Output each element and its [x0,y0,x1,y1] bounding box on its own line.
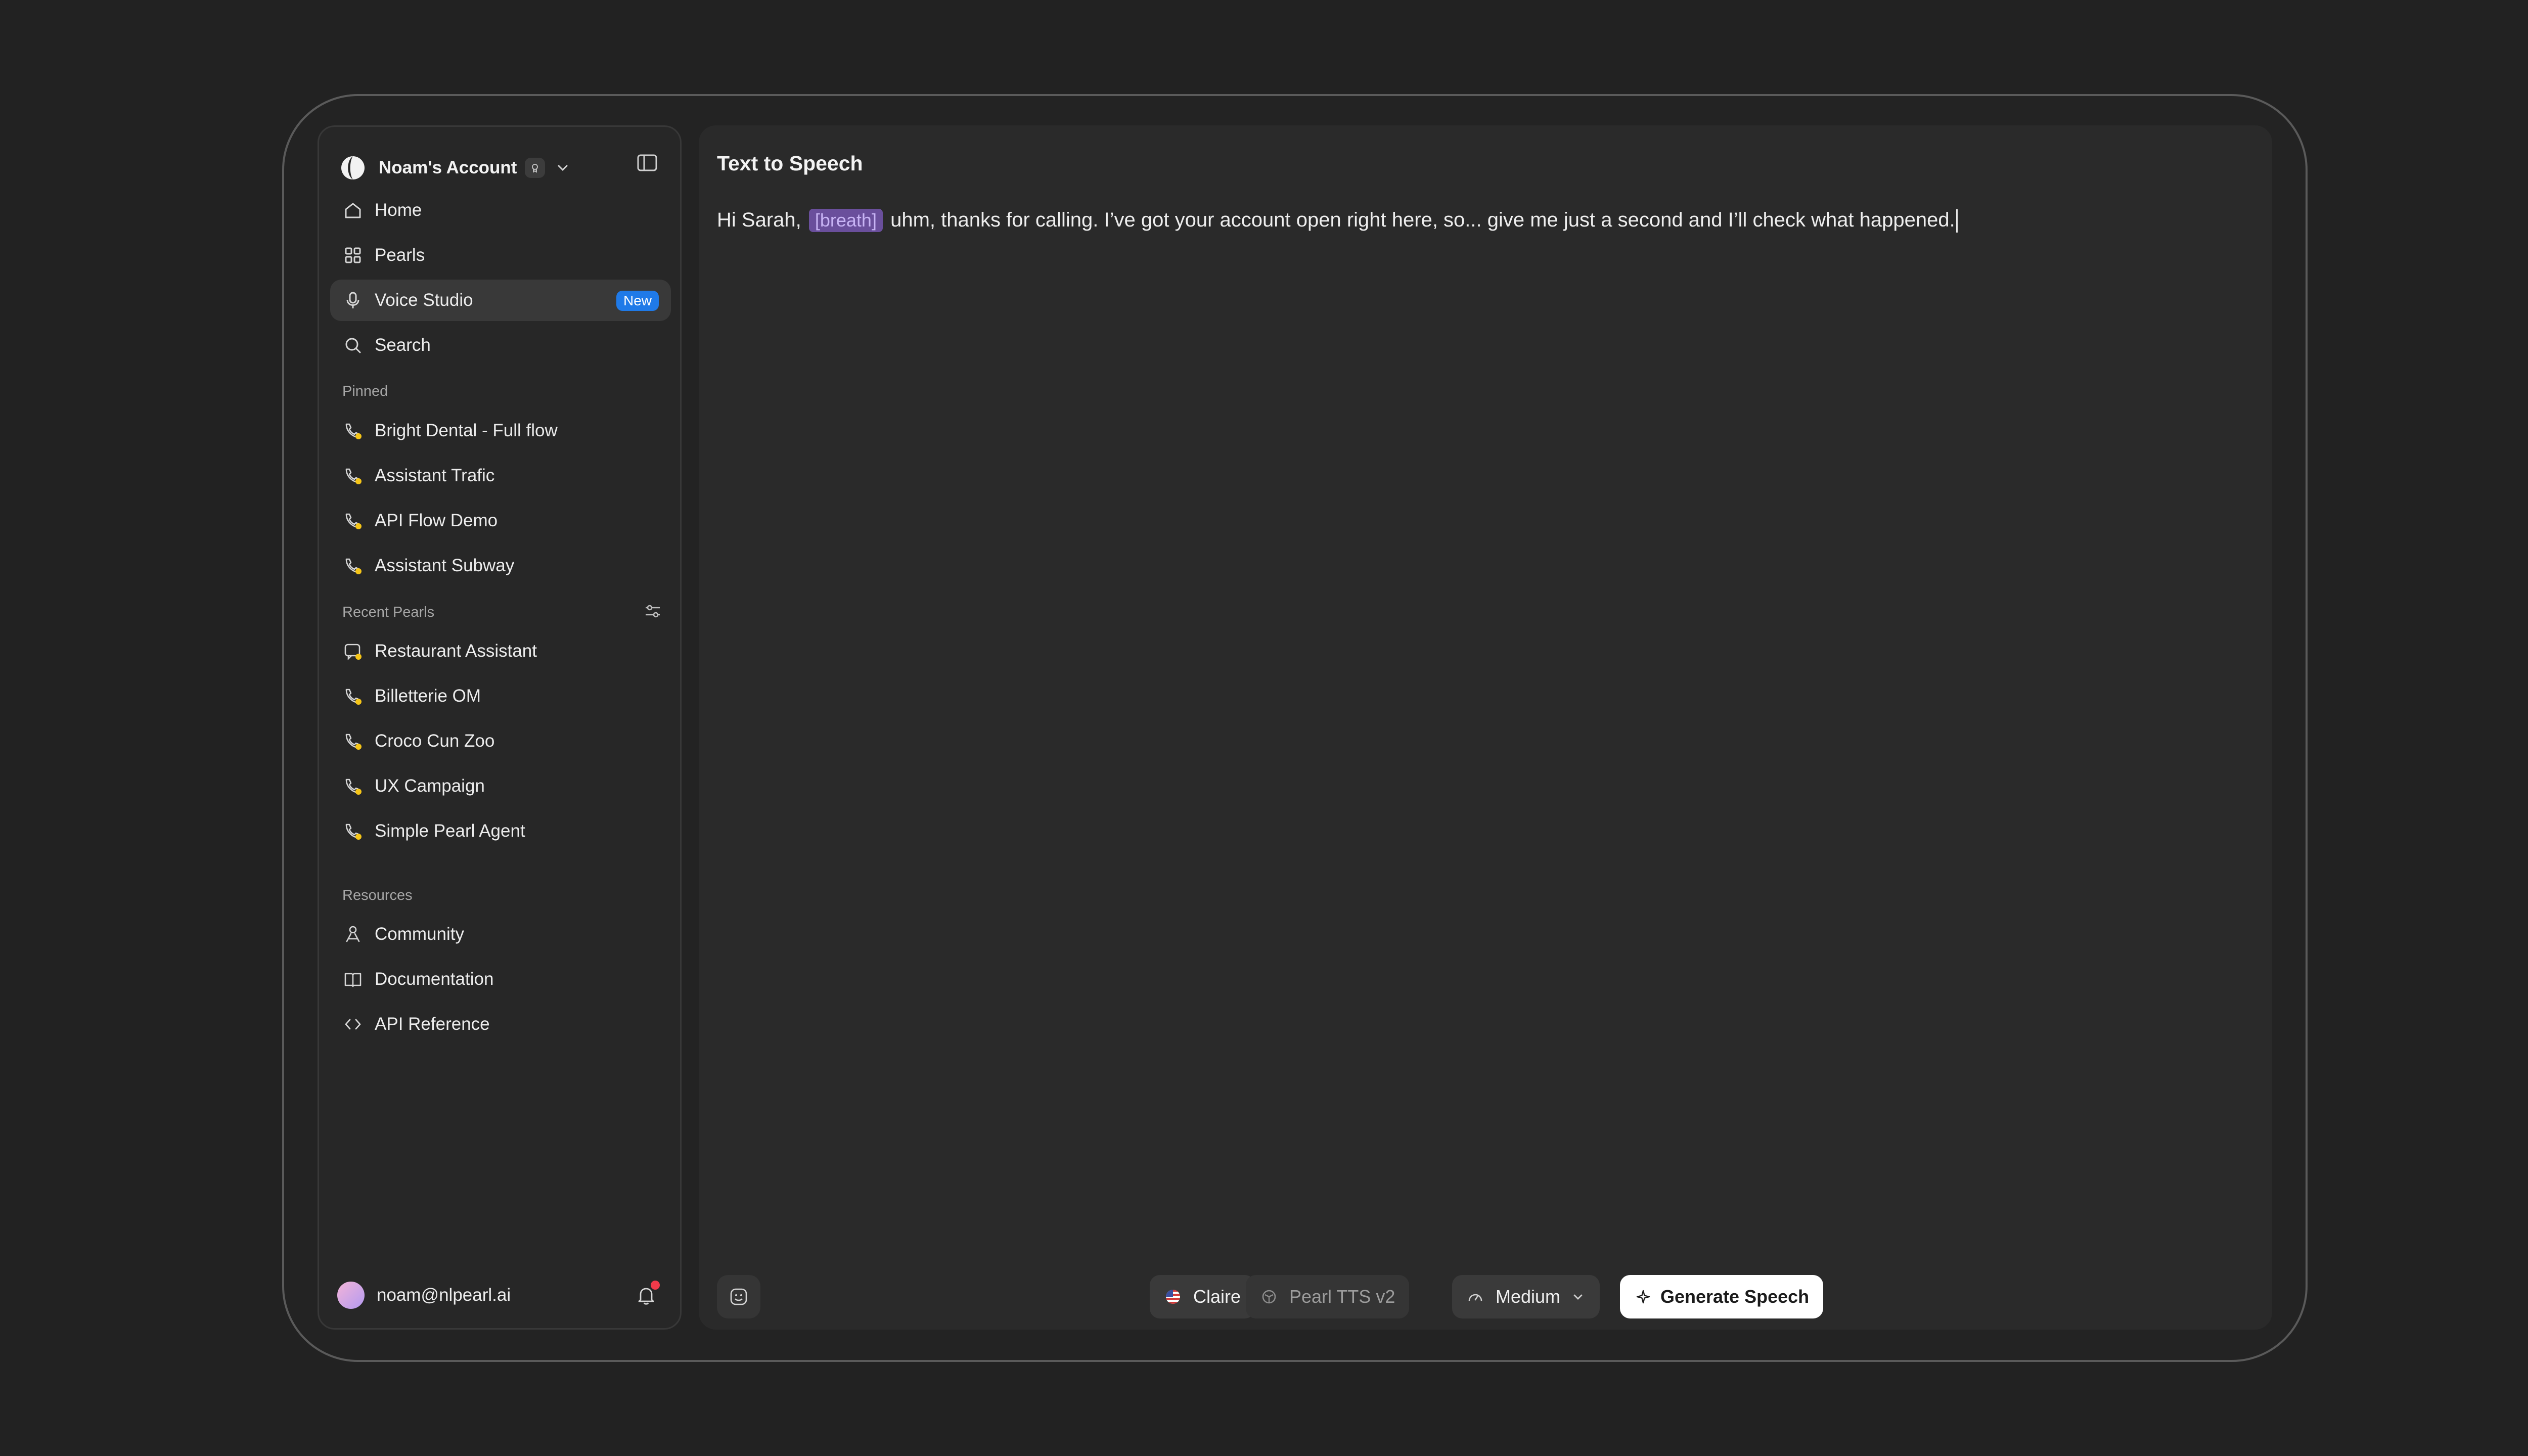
main-panel: Text to Speech Hi Sarah, [breath] uhm, t… [699,125,2272,1330]
speech-text-editor[interactable]: Hi Sarah, [breath] uhm, thanks for calli… [717,205,2254,235]
phone-flow-icon [345,824,362,840]
nav-label: API Flow Demo [375,511,498,530]
smiley-icon [730,1288,747,1305]
recent-item[interactable]: Croco Cun Zoo [330,720,671,762]
account-badge-icon [525,158,546,178]
resources-section-label: Resources [342,887,413,903]
phone-flow-icon [345,468,362,484]
grid-icon [345,247,361,263]
chevron-down-icon[interactable] [554,159,571,176]
nav-label: Billetterie OM [375,686,481,706]
emotion-button[interactable] [717,1275,760,1318]
pearl-logo-icon [341,156,365,179]
recent-item[interactable]: Simple Pearl Agent [330,810,671,852]
pinned-section-label: Pinned [342,383,388,399]
nav-label: Bright Dental - Full flow [375,421,558,440]
phone-flow-icon [345,734,362,750]
nav-label: Assistant Subway [375,556,515,575]
nav-item-search[interactable]: Search [330,325,671,366]
filter-settings-icon[interactable] [643,601,663,621]
community-icon [346,926,360,942]
editor-text-after: uhm, thanks for calling. I’ve got your a… [890,209,1955,231]
main-nav: Home Pearls Voice Studio New Search [330,190,671,370]
nav-item-voice-studio[interactable]: Voice Studio New [330,280,671,321]
phone-flow-icon [345,558,362,574]
home-icon [345,203,361,218]
recent-section-label: Recent Pearls [342,604,435,620]
tts-toolbar: Claire Pearl TTS v2 Medium Generate Spee… [699,1274,2272,1330]
account-name: Noam's Account [379,158,517,177]
sidebar: Noam's Account Home Pearls Voice Studio … [318,125,682,1330]
model-name: Pearl TTS v2 [1289,1286,1395,1307]
recent-item[interactable]: Billetterie OM [330,675,671,717]
pinned-list: Bright Dental - Full flow Assistant Traf… [330,410,671,590]
nav-label: Restaurant Assistant [375,641,537,661]
sidebar-toggle-icon[interactable] [636,151,659,174]
editor-text-before: Hi Sarah, [717,209,801,231]
speed-value: Medium [1496,1286,1561,1307]
resource-item-community[interactable]: Community [330,914,671,955]
avatar [337,1282,365,1309]
nav-label: Simple Pearl Agent [375,821,525,841]
speed-selector[interactable]: Medium [1452,1275,1600,1318]
us-flag-icon [1166,1290,1180,1304]
book-icon [344,973,362,987]
phone-flow-icon [345,689,362,705]
user-email: noam@nlpearl.ai [377,1285,511,1305]
voice-selector[interactable]: Claire [1150,1275,1255,1318]
voice-name: Claire [1193,1286,1241,1307]
speed-gauge-icon [1468,1294,1482,1301]
notification-dot [651,1281,660,1290]
account-switcher[interactable]: Noam's Account [340,150,659,186]
nav-item-pearls[interactable]: Pearls [330,235,671,276]
sparkle-icon [1636,1290,1650,1304]
nav-label: Home [375,200,422,220]
model-icon [1262,1290,1276,1304]
generate-label: Generate Speech [1660,1286,1810,1307]
nav-label: Pearls [375,245,425,265]
page-title: Text to Speech [717,152,863,175]
pinned-item[interactable]: Assistant Trafic [330,455,671,496]
user-profile[interactable]: noam@nlpearl.ai [337,1278,666,1313]
phone-flow-icon [345,423,362,439]
recent-list: Restaurant Assistant Billetterie OM Croc… [330,630,671,855]
breath-tag[interactable]: [breath] [808,209,883,232]
nav-label: Croco Cun Zoo [375,731,495,751]
generate-speech-button[interactable]: Generate Speech [1620,1275,1824,1318]
model-selector[interactable]: Pearl TTS v2 [1246,1275,1410,1318]
resources-list: Community Documentation API Reference [330,914,671,1049]
nav-label: API Reference [375,1014,490,1034]
nav-label: Voice Studio [375,290,473,310]
chevron-down-icon [1573,1294,1583,1300]
nav-label: Documentation [375,969,494,989]
phone-flow-icon [345,779,362,795]
new-badge: New [616,291,659,311]
recent-item[interactable]: Restaurant Assistant [330,630,671,672]
pinned-item[interactable]: Bright Dental - Full flow [330,410,671,451]
resource-item-api-reference[interactable]: API Reference [330,1004,671,1045]
nav-label: Search [375,335,431,355]
nav-label: Community [375,924,464,944]
resource-item-documentation[interactable]: Documentation [330,959,671,1000]
phone-flow-icon [345,513,362,529]
nav-label: Assistant Trafic [375,466,495,485]
chat-agent-icon [344,644,362,661]
recent-item[interactable]: UX Campaign [330,765,671,807]
pinned-item[interactable]: API Flow Demo [330,500,671,541]
nav-label: UX Campaign [375,776,485,796]
microphone-icon [346,292,359,308]
text-caret [1956,209,1958,233]
pinned-item[interactable]: Assistant Subway [330,545,671,586]
code-icon [345,1019,361,1030]
nav-item-home[interactable]: Home [330,190,671,231]
search-icon [345,338,361,353]
